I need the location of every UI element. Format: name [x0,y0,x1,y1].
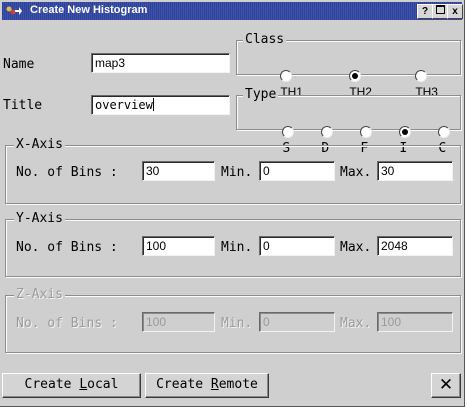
close-icon: ✕ [438,375,454,395]
y-max-input[interactable]: 2048 [377,236,453,256]
close-window-button[interactable]: x [447,4,463,19]
z-bins-label: No. of Bins : [16,316,118,331]
x-max-input[interactable]: 30 [377,161,453,181]
x-bins-input[interactable]: 30 [142,161,215,181]
title-input-text: overview [95,98,153,112]
z-axis-legend: Z-Axis [14,287,65,302]
x-min-label: Min. [221,165,253,180]
x-bins-label: No. of Bins : [16,165,118,180]
z-bins-input: 100 [142,312,215,332]
z-max-label: Max. [340,316,372,331]
title-label: Title [3,98,43,113]
close-icon: x [452,6,458,17]
text-cursor [152,98,154,111]
radio-icon [415,70,428,82]
y-max-label: Max. [340,240,372,255]
y-min-label: Min. [221,240,253,255]
window-title: Create New Histogram [30,4,148,16]
y-min-input[interactable]: 0 [259,236,335,256]
radio-icon [280,70,293,82]
x-min-input[interactable]: 0 [259,161,335,181]
title-input[interactable]: overview [91,95,230,115]
radio-icon [438,126,451,138]
app-icon [6,6,22,15]
y-bins-label: No. of Bins : [16,240,118,255]
z-min-label: Min. [221,316,253,331]
class-group-legend: Class [243,32,287,47]
name-label: Name [3,57,35,72]
y-axis-legend: Y-Axis [14,211,65,226]
z-max-input: 100 [377,312,453,332]
title-bar[interactable]: Create New Histogram ? x [2,2,463,20]
maximize-button[interactable] [432,4,448,19]
z-min-input: 0 [259,312,335,332]
x-max-label: Max. [340,165,372,180]
help-button[interactable]: ? [417,4,433,19]
x-axis-legend: X-Axis [14,137,65,152]
create-local-button[interactable]: Create Local [2,373,141,398]
create-histogram-dialog: Create New Histogram ? x Name map3 Class… [0,0,465,407]
create-remote-button[interactable]: Create Remote [145,373,269,398]
type-group-legend: Type [243,87,279,102]
close-dialog-button[interactable]: ✕ [431,373,461,398]
name-input[interactable]: map3 [91,53,230,73]
y-bins-input[interactable]: 100 [142,236,215,256]
maximize-icon [435,5,445,14]
radio-selected-icon [349,70,362,82]
